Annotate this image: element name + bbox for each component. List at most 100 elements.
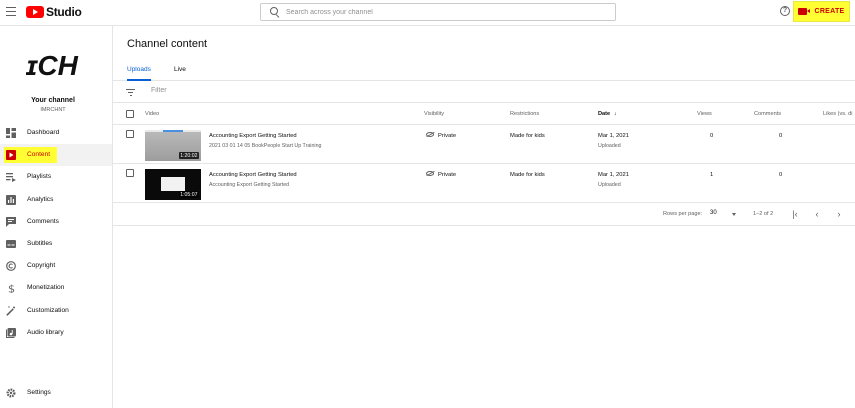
column-views[interactable]: Views bbox=[697, 111, 712, 117]
date-value: Mar 1, 2021 bbox=[598, 172, 629, 178]
sidebar-item-label: Comments bbox=[27, 217, 59, 225]
dollar-icon: $ bbox=[8, 283, 15, 293]
comments-value: 0 bbox=[779, 133, 783, 139]
views-value: 1 bbox=[710, 172, 714, 178]
comments-icon bbox=[6, 216, 16, 227]
column-likes[interactable]: Likes (vs. di bbox=[823, 111, 853, 117]
prev-page-button[interactable]: ‹ bbox=[812, 210, 822, 220]
tab-uploads[interactable]: Uploads bbox=[127, 66, 151, 81]
sidebar-item-audio-library[interactable]: Audio library bbox=[0, 322, 112, 344]
column-visibility[interactable]: Visibility bbox=[424, 111, 444, 117]
rows-per-page-select[interactable]: 30 bbox=[710, 210, 717, 216]
column-comments[interactable]: Comments bbox=[754, 111, 781, 117]
audio-library-icon bbox=[6, 327, 16, 338]
copyright-icon bbox=[6, 261, 16, 272]
sidebar-item-analytics[interactable]: Analytics bbox=[0, 189, 112, 211]
video-title[interactable]: Accounting Export Getting Started bbox=[209, 133, 297, 139]
sidebar-item-label: Subtitles bbox=[27, 239, 53, 247]
create-button[interactable]: CREATE bbox=[793, 1, 850, 22]
table-row[interactable]: 1:20:02 Accounting Export Getting Starte… bbox=[113, 125, 855, 164]
svg-text:$: $ bbox=[8, 283, 15, 293]
table-row[interactable]: 1:05:07 Accounting Export Getting Starte… bbox=[113, 164, 855, 203]
sidebar-item-copyright[interactable]: Copyright bbox=[0, 255, 112, 277]
create-label: CREATE bbox=[814, 8, 845, 15]
tab-live[interactable]: Live bbox=[174, 66, 186, 81]
date-status: Uploaded bbox=[598, 143, 621, 149]
sidebar: ɪCH Your channel IMRCHNT Dashboard Conte… bbox=[0, 26, 113, 408]
sidebar-item-settings[interactable]: Settings bbox=[0, 382, 112, 402]
sort-arrow-icon: ↓ bbox=[613, 111, 617, 117]
video-title[interactable]: Accounting Export Getting Started bbox=[209, 172, 297, 178]
filter-input[interactable] bbox=[151, 87, 351, 94]
visibility-off-icon bbox=[426, 132, 434, 137]
sidebar-item-label: Dashboard bbox=[27, 129, 60, 136]
analytics-icon bbox=[6, 194, 16, 205]
video-duration: 1:20:02 bbox=[178, 152, 199, 159]
sidebar-nav: Dashboard Content Playlists Analytics Co… bbox=[0, 122, 112, 344]
filter-bar bbox=[113, 82, 855, 103]
sidebar-item-monetization[interactable]: $ Monetization bbox=[0, 277, 112, 299]
chevron-down-icon[interactable] bbox=[732, 213, 736, 216]
sidebar-item-label: Content bbox=[27, 151, 51, 159]
main-content: Channel content Uploads Live Video Visib… bbox=[113, 26, 855, 408]
menu-icon[interactable] bbox=[6, 7, 16, 17]
sidebar-item-comments[interactable]: Comments bbox=[0, 211, 112, 233]
youtube-play-icon bbox=[26, 6, 44, 18]
table-header: Video Visibility Restrictions Date ↓ Vie… bbox=[113, 104, 855, 125]
sidebar-item-playlists[interactable]: Playlists bbox=[0, 166, 112, 188]
page-title: Channel content bbox=[127, 38, 208, 50]
studio-logo[interactable]: Studio bbox=[26, 5, 82, 19]
subtitles-icon bbox=[6, 239, 16, 248]
column-restrictions[interactable]: Restrictions bbox=[510, 111, 539, 117]
thumbnail-screen bbox=[161, 177, 185, 191]
sidebar-item-label: Customization bbox=[27, 306, 69, 314]
sidebar-item-label: Audio library bbox=[27, 328, 64, 336]
sidebar-item-label: Settings bbox=[27, 389, 51, 396]
first-page-button[interactable]: |‹ bbox=[790, 210, 800, 220]
search-box[interactable] bbox=[260, 3, 616, 21]
comments-value: 0 bbox=[779, 172, 783, 178]
gear-icon bbox=[6, 388, 16, 398]
logo-text: Studio bbox=[46, 5, 82, 19]
sidebar-item-label: Monetization bbox=[27, 284, 65, 292]
avatar-logo-text: ɪCH bbox=[26, 50, 79, 79]
row-checkbox[interactable] bbox=[126, 169, 134, 177]
thumbnail-accent bbox=[163, 130, 183, 132]
sidebar-item-label: Copyright bbox=[27, 262, 56, 270]
views-value: 0 bbox=[710, 133, 714, 139]
top-bar: Studio ? CREATE bbox=[0, 0, 855, 26]
search-input[interactable] bbox=[286, 6, 606, 18]
content-play-icon bbox=[6, 150, 16, 161]
sidebar-item-label: Analytics bbox=[27, 195, 54, 203]
restrictions-value: Made for kids bbox=[510, 172, 545, 178]
playlists-icon bbox=[6, 173, 16, 183]
restrictions-value: Made for kids bbox=[510, 133, 545, 139]
your-channel-label: Your channel bbox=[31, 97, 75, 104]
magic-wand-icon bbox=[6, 305, 15, 316]
row-checkbox[interactable] bbox=[126, 130, 134, 138]
help-icon[interactable]: ? bbox=[780, 6, 790, 16]
select-all-checkbox[interactable] bbox=[126, 110, 134, 118]
sidebar-item-content[interactable]: Content bbox=[0, 144, 112, 167]
sidebar-item-customization[interactable]: Customization bbox=[0, 300, 112, 322]
video-camera-icon bbox=[798, 8, 811, 15]
sidebar-item-subtitles[interactable]: Subtitles bbox=[0, 233, 112, 255]
column-video: Video bbox=[145, 111, 160, 117]
channel-name: IMRCHNT bbox=[40, 107, 66, 113]
column-date[interactable]: Date ↓ bbox=[598, 111, 616, 117]
search-icon[interactable] bbox=[270, 7, 279, 16]
page-range: 1–2 of 2 bbox=[753, 211, 774, 217]
channel-avatar[interactable]: ɪCH bbox=[26, 49, 82, 79]
content-tabs: Uploads Live bbox=[113, 64, 855, 81]
video-description: 2021 03 01 14 05 BookPeople Start Up Tra… bbox=[209, 143, 322, 149]
video-duration: 1:05:07 bbox=[178, 191, 199, 198]
video-thumbnail[interactable]: 1:05:07 bbox=[145, 169, 201, 200]
next-page-button[interactable]: › bbox=[834, 210, 844, 220]
rows-per-page-label: Rows per page: bbox=[663, 211, 703, 217]
sidebar-item-dashboard[interactable]: Dashboard bbox=[0, 122, 112, 144]
sidebar-item-label: Playlists bbox=[27, 173, 52, 181]
visibility-value[interactable]: Private bbox=[438, 172, 456, 178]
visibility-value[interactable]: Private bbox=[438, 133, 456, 139]
video-thumbnail[interactable]: 1:20:02 bbox=[145, 130, 201, 161]
filter-icon[interactable] bbox=[126, 89, 135, 97]
